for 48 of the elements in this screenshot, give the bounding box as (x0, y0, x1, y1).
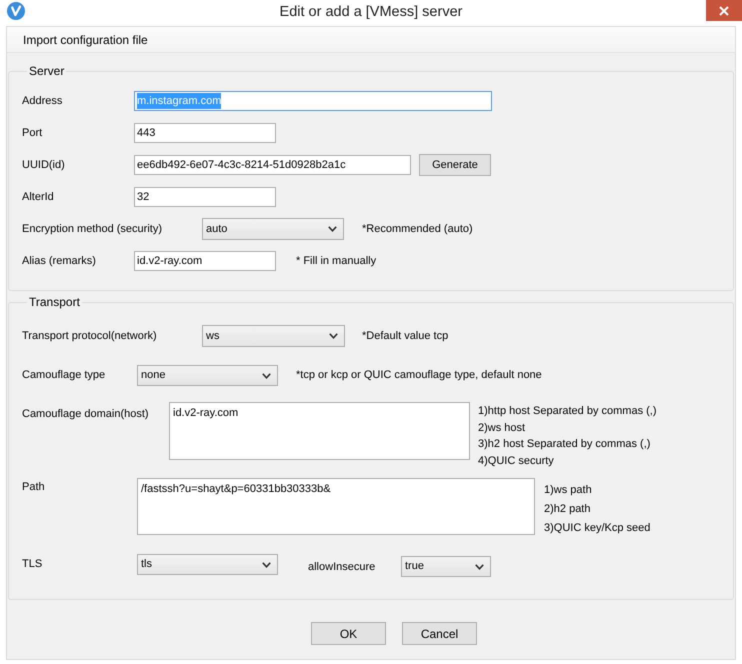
dialog-button[interactable]: OK (311, 622, 386, 645)
dropdown[interactable]: none (137, 365, 278, 386)
field-label: Port (22, 126, 44, 141)
text-field[interactable]: 443 (134, 123, 276, 143)
hint-text: * Fill in manually (296, 254, 376, 269)
hint-text: *tcp or kcp or QUIC camouflage type, default none (296, 368, 542, 384)
hint-text: 4)QUIC securty (478, 454, 555, 468)
hint-text: 2)h2 path (544, 502, 592, 517)
text-area[interactable]: id.v2-ray.com (169, 402, 470, 460)
hint-text: 3)h2 host Separated by commas (,) (478, 437, 652, 452)
dropdown[interactable]: tls (137, 554, 278, 575)
dropdown[interactable]: true (401, 556, 491, 577)
menu-item[interactable]: Import configuration file (15, 30, 156, 48)
chevron-down-icon (262, 372, 271, 378)
field-label: Alias (remarks) (22, 254, 97, 269)
hint-text: 3)QUIC key/Kcp seed (544, 521, 650, 536)
chevron-down-icon (262, 562, 271, 568)
chevron-down-icon (328, 226, 337, 232)
field-label: Camouflage domain(host) (22, 407, 150, 422)
hint-text: *Default value tcp (362, 328, 448, 344)
close-icon (719, 6, 729, 16)
text-field[interactable]: ee6db492-6e07-4c3c-8214-51d0928b2a1c (134, 155, 411, 175)
field-label: AlterId (22, 190, 55, 205)
text-field[interactable]: id.v2-ray.com (134, 251, 276, 271)
text-field[interactable]: 32 (134, 187, 276, 207)
dropdown[interactable]: ws (202, 325, 345, 347)
hint-text: 1)http host Separated by commas (,) (478, 404, 657, 419)
hint-text: 2)ws host (478, 420, 526, 436)
dropdown[interactable]: auto (202, 218, 344, 240)
text-area[interactable]: /fastssh?u=shayt&p=60331bb30333b& (137, 478, 535, 535)
field-label: UUID(id) (22, 158, 66, 173)
hint-text: 1)ws path (544, 483, 593, 498)
field-label: Address (22, 94, 64, 109)
field-label: Camouflage type (22, 368, 106, 384)
dialog-button[interactable]: Cancel (402, 622, 477, 645)
close-button[interactable] (706, 0, 742, 21)
window-title: Edit or add a [VMess] server (280, 2, 462, 22)
chevron-down-icon (329, 333, 338, 339)
group-title: Server (28, 63, 66, 80)
field-label: Encryption method (security) (22, 222, 163, 237)
hint-text: *Recommended (auto) (362, 222, 473, 237)
generate-button[interactable]: Generate (419, 154, 491, 176)
field-label: Path (22, 480, 46, 495)
chevron-down-icon (475, 564, 484, 570)
field-label: TLS (22, 557, 44, 572)
field-label: allowInsecure (308, 560, 376, 576)
group-title: Transport (28, 294, 81, 311)
field-label: Transport protocol(network) (22, 328, 158, 344)
